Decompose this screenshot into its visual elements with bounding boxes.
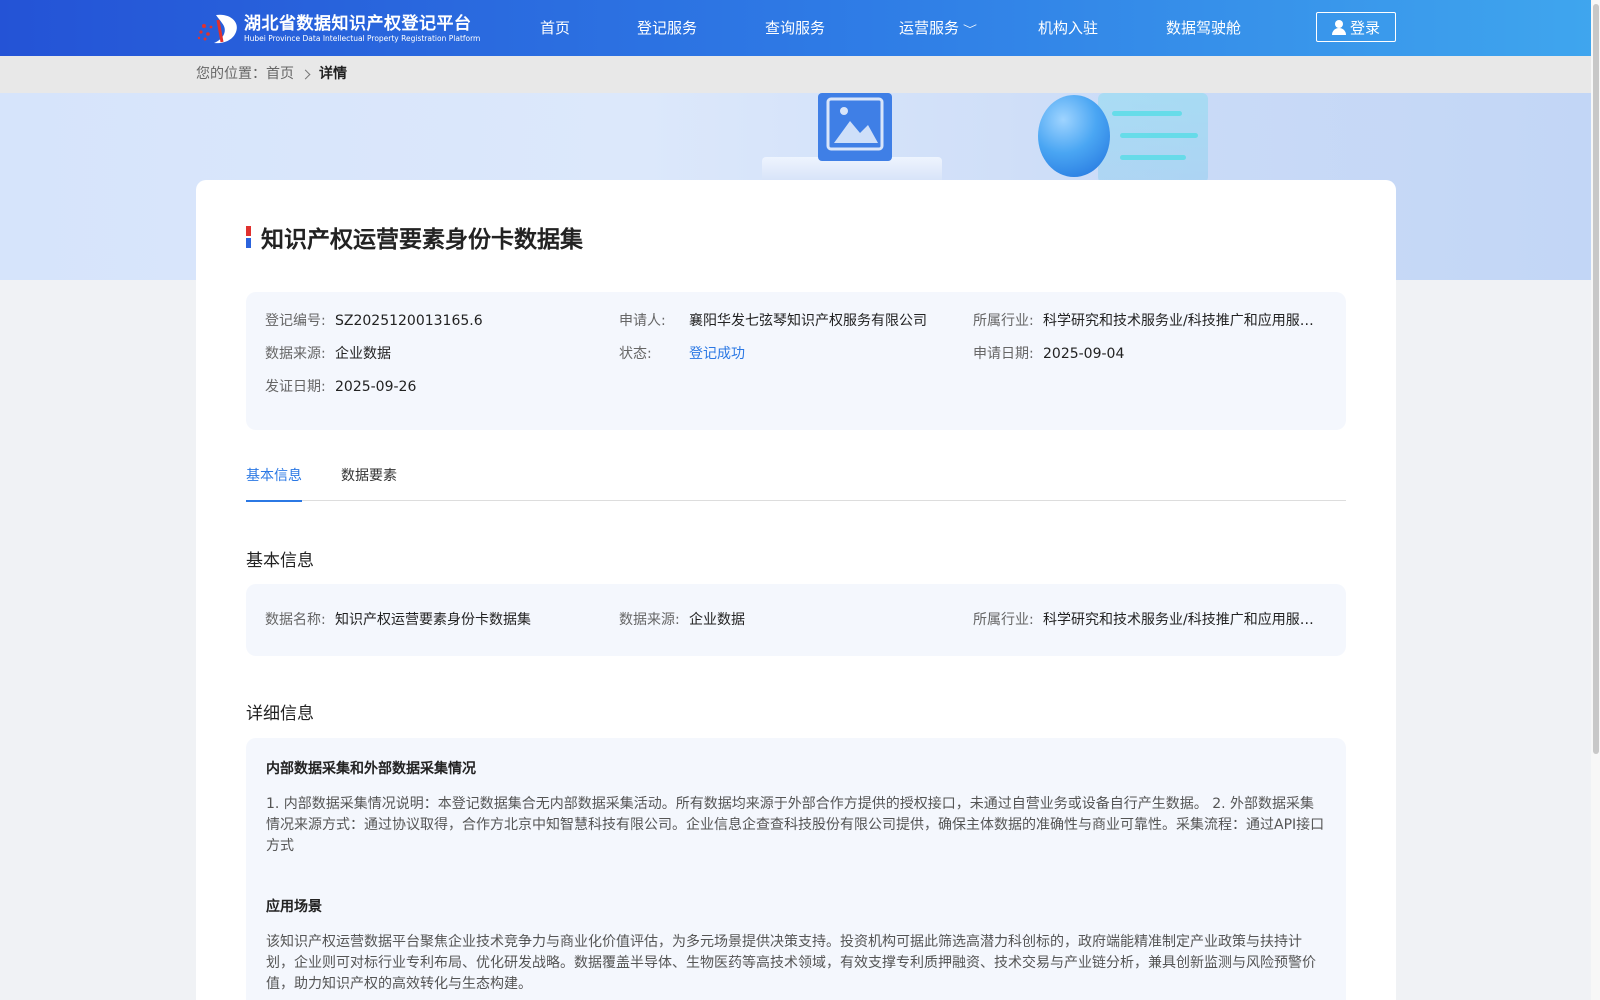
breadcrumb-current: 详情 [319,66,347,82]
banner-line-shape [1120,155,1186,160]
site-logo[interactable]: 湖北省数据知识产权登记平台 Hubei Province Data Intell… [196,12,480,46]
summary-box: 登记编号: SZ2025120013165.6 申请人: 襄阳华发七弦琴知识产权服务… [246,292,1346,430]
basic-industry-label: 所属行业: [973,612,1034,628]
breadcrumb: 您的位置： 首页 详情 [196,56,347,93]
nav-query[interactable]: 查询服务 [765,0,825,56]
login-label: 登录 [1349,18,1380,37]
reg-no-field: 登记编号: SZ2025120013165.6 [265,311,483,331]
nav-operation[interactable]: 运营服务 ﹀ [899,0,978,56]
user-icon [1331,20,1346,35]
breadcrumb-bar: 您的位置： 首页 详情 [0,56,1600,93]
reg-no-value: SZ2025120013165.6 [335,313,483,329]
basic-industry-value: 科学研究和技术服务业/科技推广和应用服务业 [1043,612,1315,628]
source-label: 数据来源: [265,346,326,362]
data-name-label: 数据名称: [265,612,326,628]
nav-registration[interactable]: 登记服务 [637,0,697,56]
data-name-field: 数据名称: 知识产权运营要素身份卡数据集 [265,610,531,630]
scene-heading: 应用场景 [266,899,322,915]
reg-no-label: 登记编号: [265,313,326,329]
issue-date-field: 发证日期: 2025-09-26 [265,377,416,397]
login-button[interactable]: 登录 [1316,12,1396,42]
detail-info-box: 内部数据采集和外部数据采集情况 1. 内部数据采集情况说明：本登记数据集合无内部… [246,738,1346,1000]
logo-subtitle: Hubei Province Data Intellectual Propert… [244,34,481,43]
scene-text: 该知识产权运营数据平台聚焦企业技术竞争力与商业化价值评估，为多元场景提供决策支持… [266,934,1316,992]
status-badge: 登记成功 [689,346,745,362]
industry-label: 所属行业: [973,313,1034,329]
banner-line-shape [1112,111,1182,116]
issue-date-label: 发证日期: [265,379,326,395]
tab-basic-info[interactable]: 基本信息 [246,463,302,502]
image-card-icon [818,93,892,161]
nav-cockpit[interactable]: 数据驾驶舱 [1166,0,1241,56]
basic-info-box: 数据名称: 知识产权运营要素身份卡数据集 数据来源: 企业数据 所属行业: 科学研究和… [246,584,1346,656]
nav-operation-label: 运营服务 [899,19,960,37]
detail-card: 知识产权运营要素身份卡数据集 登记编号: SZ2025120013165.6 申请… [196,180,1396,1000]
banner-line-shape [1120,133,1198,138]
detail-tabs: 基本信息 数据要素 [246,463,1346,502]
source-field: 数据来源: 企业数据 [265,344,391,364]
nav-home[interactable]: 首页 [540,0,570,56]
chevron-down-icon: ﹀ [963,25,978,36]
basic-source-field: 数据来源: 企业数据 [619,610,745,630]
apply-date-label: 申请日期: [973,346,1034,362]
applicant-field: 申请人: 襄阳华发七弦琴知识产权服务有限公司 [619,311,927,331]
banner-glass-panel [1098,93,1208,183]
issue-date-value: 2025-09-26 [335,379,417,395]
data-name-value: 知识产权运营要素身份卡数据集 [335,612,531,628]
tab-data-elements[interactable]: 数据要素 [341,463,397,501]
page-scrollbar-thumb[interactable] [1593,4,1599,754]
basic-source-value: 企业数据 [689,612,745,628]
source-value: 企业数据 [335,346,391,362]
industry-field: 所属行业: 科学研究和技术服务业/科技推广和应用服务业 [973,311,1315,331]
collect-heading: 内部数据采集和外部数据采集情况 [266,761,476,777]
applicant-value: 襄阳华发七弦琴知识产权服务有限公司 [689,313,927,329]
nav-institution[interactable]: 机构入驻 [1038,0,1098,56]
applicant-label: 申请人: [619,313,666,329]
title-row: 知识产权运营要素身份卡数据集 [246,222,583,253]
page-title: 知识产权运营要素身份卡数据集 [261,227,583,253]
chevron-right-icon [300,69,311,80]
status-field: 状态: 登记成功 [619,344,745,364]
basic-info-heading: 基本信息 [246,551,314,571]
basic-source-label: 数据来源: [619,612,680,628]
title-marker-icon [246,226,251,248]
status-label: 状态: [619,346,652,362]
banner-sphere-shape [1038,95,1110,177]
collect-text: 1. 内部数据采集情况说明：本登记数据集合无内部数据采集活动。所有数据均来源于外… [266,796,1325,854]
apply-date-field: 申请日期: 2025-09-04 [973,344,1124,364]
basic-industry-field: 所属行业: 科学研究和技术服务业/科技推广和应用服务业 [973,610,1315,630]
logo-title: 湖北省数据知识产权登记平台 [244,14,472,34]
breadcrumb-home[interactable]: 首页 [266,56,294,93]
detail-info-heading: 详细信息 [246,704,314,724]
industry-value: 科学研究和技术服务业/科技推广和应用服务业 [1043,313,1315,329]
logo-emblem-icon [196,12,242,46]
apply-date-value: 2025-09-04 [1043,346,1125,362]
top-header: 湖北省数据知识产权登记平台 Hubei Province Data Intell… [0,0,1600,56]
breadcrumb-prefix: 您的位置： [196,66,266,82]
